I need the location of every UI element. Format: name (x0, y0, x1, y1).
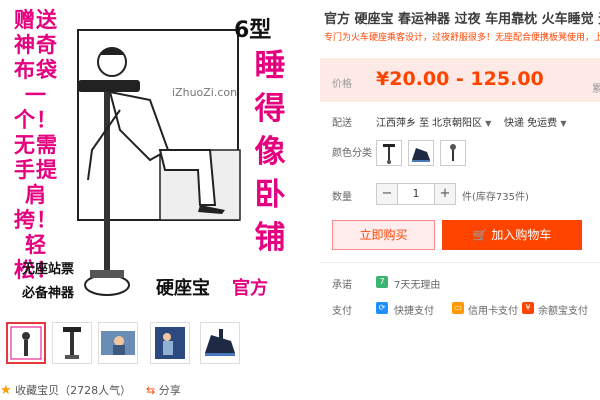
divider (320, 262, 600, 263)
shipping-from: 江西萍乡 至 (376, 118, 430, 129)
shipping-destination: 北京朝阳区 (432, 118, 482, 129)
thumbnail-2[interactable] (52, 322, 92, 364)
chevron-down-icon: ▼ (560, 119, 567, 128)
product-title: 官方 硬座宝 春运神器 过夜 车用靠枕 火车睡觉 无座 (324, 12, 600, 27)
payment-credit[interactable]: 信用卡支付 (468, 302, 518, 317)
thumbnail-1[interactable] (6, 322, 46, 364)
seven-day-icon: 7 (376, 276, 388, 288)
add-to-cart-button[interactable]: 🛒 加入购物车 (442, 220, 582, 250)
color-option-label: 颜色分类 (332, 148, 372, 159)
product-subtitle: 专门为火车硬座乘客设计，过夜舒服很多！无座配合便携板凳使用，上 (324, 33, 600, 43)
color-option-2[interactable] (408, 140, 434, 166)
quantity-input[interactable]: 1 (398, 183, 434, 205)
thumbnail-5[interactable] (200, 322, 240, 364)
quick-pay-icon: ⟳ (376, 302, 388, 314)
payment-label: 支付 (332, 306, 352, 317)
shipping-destination-select[interactable]: 北京朝阳区 ▼ (432, 114, 491, 129)
payment-yuebao[interactable]: 余额宝支付 (538, 302, 588, 317)
payment-quick[interactable]: 快捷支付 (394, 302, 434, 317)
cart-icon: 🛒 (472, 228, 488, 242)
price-range: ¥20.00 - 125.00 (376, 68, 544, 90)
color-option-1[interactable] (376, 140, 402, 166)
bottom-text-1: 无座站票 (22, 262, 75, 277)
shipping-method-select[interactable]: 快递 免运费 ▼ (504, 114, 567, 129)
main-product-image: 赠送神奇布袋一个！无需手提肩挎！轻松！ 6型 睡得像卧铺 iZhuoZi.con… (0, 0, 308, 315)
color-option-3[interactable] (440, 140, 466, 166)
favorite-link[interactable]: ★ 收藏宝贝（2728人气） (0, 382, 131, 398)
promise-label: 承诺 (332, 280, 352, 291)
share-icon: ⇆ (146, 384, 156, 397)
quantity-increase-button[interactable]: + (434, 183, 456, 205)
thumbnail-3[interactable] (98, 322, 138, 364)
watermark: iZhuoZi.con (172, 86, 238, 99)
promise-text[interactable]: 7天无理由 (394, 276, 440, 291)
star-icon: ★ (0, 383, 12, 398)
shipping-method: 快递 免运费 (504, 118, 558, 129)
price-label: 价格 (332, 79, 352, 90)
thumbnail-4[interactable] (150, 322, 190, 364)
side-slogan: 赠送神奇布袋一个！无需手提肩挎！轻松！ (14, 8, 58, 282)
buy-now-button[interactable]: 立即购买 (332, 220, 435, 250)
share-link[interactable]: ⇆ 分享 (146, 382, 181, 398)
chevron-down-icon: ▼ (485, 119, 492, 128)
shipping-label: 配送 (332, 118, 352, 129)
share-label: 分享 (158, 384, 181, 397)
stock-text: 件(库存735件) (462, 192, 529, 203)
quantity-label: 数量 (332, 192, 352, 203)
bottom-text-2: 必备神器 (22, 286, 75, 301)
favorite-label: 收藏宝贝（2728人气） (15, 384, 132, 397)
credit-card-icon: ▭ (452, 302, 464, 314)
big-slogan: 睡得像卧铺 (254, 48, 286, 256)
add-to-cart-label: 加入购物车 (491, 228, 552, 242)
price-cut-text: 累 (592, 84, 600, 95)
quantity-decrease-button[interactable]: − (376, 183, 398, 205)
model-label: 6型 (234, 18, 272, 43)
brand-suffix: 官方 (232, 278, 268, 299)
brand-name: 硬座宝 (156, 278, 210, 299)
yuebao-icon: ¥ (522, 302, 534, 314)
